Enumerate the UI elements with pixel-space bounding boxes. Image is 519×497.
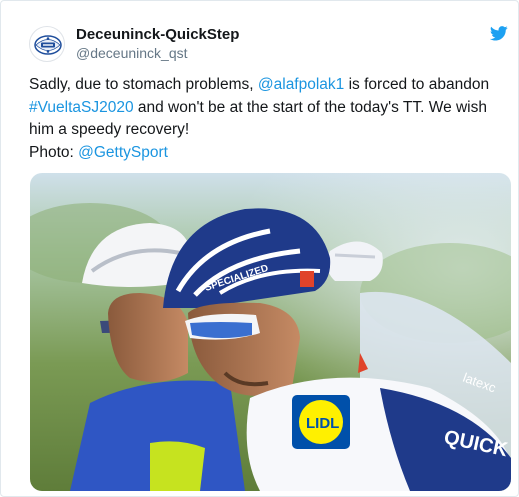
display-name[interactable]: Deceuninck-QuickStep: [76, 26, 239, 44]
jersey-sponsor-logo: LIDL: [306, 415, 339, 432]
tweet-text-line1: Sadly, due to stomach problems,: [29, 76, 258, 93]
tweet-text: Sadly, due to stomach problems, @alafpol…: [29, 74, 511, 164]
hashtag-link[interactable]: #VueltaSJ2020: [29, 99, 134, 116]
twitter-bird-icon[interactable]: [490, 26, 508, 41]
team-crest-icon: [34, 35, 62, 55]
tweet-card: Deceuninck-QuickStep @deceuninck_qst Sad…: [0, 0, 519, 497]
screen-name[interactable]: @deceuninck_qst: [76, 44, 188, 62]
mention-link-rider[interactable]: @alafpolak1: [258, 76, 344, 93]
photo-credit-label: Photo:: [29, 143, 79, 161]
cyclists-photo: SPECIALIZED LIDL QUICK latexc: [30, 173, 511, 491]
avatar[interactable]: [29, 26, 65, 62]
mention-link-photographer[interactable]: @GettySport: [78, 144, 168, 161]
tweet-text-line3: him a speedy recovery!: [29, 121, 190, 138]
tweet-text-line1-tail: is forced to abandon: [344, 76, 490, 93]
tweet-text-line2-tail: and won't be at the start of the today's…: [133, 98, 487, 116]
tweet-photo[interactable]: SPECIALIZED LIDL QUICK latexc: [30, 173, 511, 491]
